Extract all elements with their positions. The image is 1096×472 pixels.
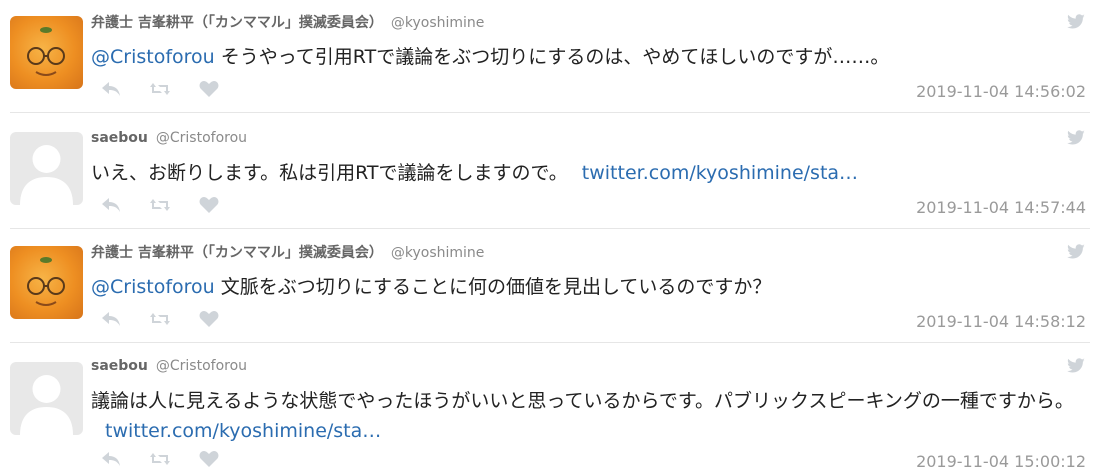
twitter-bird-icon[interactable] <box>1066 244 1086 260</box>
tweet-timestamp[interactable]: 2019-11-04 14:58:12 <box>916 312 1086 331</box>
quoted-tweet-link[interactable]: twitter.com/kyoshimine/sta… <box>582 162 858 184</box>
mention-link[interactable]: @Cristoforou <box>91 276 215 298</box>
author-name[interactable]: 弁護士 吉峯耕平（「カンママル」撲滅委員会） <box>91 15 383 31</box>
tweet-body: 議論は人に見えるような状態でやったほうがいいと思っているからです。パブリックスピ… <box>91 390 1074 412</box>
author-name[interactable]: 弁護士 吉峯耕平（「カンママル」撲滅委員会） <box>91 245 383 261</box>
tweet-timeline: 弁護士 吉峯耕平（「カンママル」撲滅委員会） @kyoshimine @Crist… <box>0 0 1096 471</box>
author-handle[interactable]: @kyoshimine <box>391 245 485 261</box>
author-name[interactable]: saebou <box>91 358 148 374</box>
avatar-image <box>27 27 65 76</box>
avatar[interactable] <box>10 362 83 435</box>
tweet-item: 弁護士 吉峯耕平（「カンママル」撲滅委員会） @kyoshimine @Crist… <box>0 232 1096 344</box>
tweet-actions <box>101 310 219 332</box>
tweet-item: 弁護士 吉峯耕平（「カンママル」撲滅委員会） @kyoshimine @Crist… <box>0 0 1096 113</box>
twitter-bird-icon[interactable] <box>1066 130 1086 146</box>
heart-icon[interactable] <box>199 196 219 218</box>
avatar[interactable] <box>10 246 83 319</box>
default-avatar-icon <box>20 375 73 435</box>
heart-icon[interactable] <box>199 450 219 472</box>
retweet-icon[interactable] <box>149 451 171 471</box>
author-name[interactable]: saebou <box>91 130 148 146</box>
author-handle[interactable]: @kyoshimine <box>391 15 485 31</box>
tweet-header: 弁護士 吉峯耕平（「カンママル」撲滅委員会） @kyoshimine <box>91 242 484 262</box>
heart-icon[interactable] <box>199 310 219 332</box>
tweet-header: saebou @Cristoforou <box>91 130 247 146</box>
tweet-actions <box>101 196 219 218</box>
tweet-header: saebou @Cristoforou <box>91 358 247 374</box>
tweet-text: @Cristoforou そうやって引用RTで議論をぶつ切りにするのは、やめてほ… <box>91 42 1081 72</box>
mention-link[interactable]: @Cristoforou <box>91 46 215 68</box>
avatar[interactable] <box>10 16 83 89</box>
tweet-timestamp[interactable]: 2019-11-04 14:57:44 <box>916 198 1086 217</box>
heart-icon[interactable] <box>199 80 219 102</box>
avatar-image <box>27 257 65 306</box>
tweet-text: いえ、お断りします。私は引用RTで議論をしますので。 twitter.com/ky… <box>91 158 1081 188</box>
tweet-timestamp[interactable]: 2019-11-04 14:56:02 <box>916 82 1086 101</box>
author-handle[interactable]: @Cristoforou <box>156 130 247 146</box>
tweet-body: いえ、お断りします。私は引用RTで議論をしますので。 <box>91 162 568 184</box>
tweet-body: そうやって引用RTで議論をぶつ切りにするのは、やめてほしいのですが……。 <box>214 46 890 68</box>
tweet-item: saebou @Cristoforou 議論は人に見えるような状態でやったほうがい… <box>0 346 1096 471</box>
retweet-icon[interactable] <box>149 311 171 331</box>
quoted-tweet-link[interactable]: twitter.com/kyoshimine/sta… <box>105 420 381 442</box>
reply-icon[interactable] <box>101 197 121 217</box>
tweet-divider <box>10 228 1090 229</box>
tweet-text: 議論は人に見えるような状態でやったほうがいいと思っているからです。パブリックスピ… <box>91 386 1081 446</box>
default-avatar-icon <box>20 145 73 205</box>
author-handle[interactable]: @Cristoforou <box>156 358 247 374</box>
reply-icon[interactable] <box>101 451 121 471</box>
reply-icon[interactable] <box>101 81 121 101</box>
tweet-actions <box>101 450 219 472</box>
retweet-icon[interactable] <box>149 81 171 101</box>
tweet-header: 弁護士 吉峯耕平（「カンママル」撲滅委員会） @kyoshimine <box>91 12 484 32</box>
retweet-icon[interactable] <box>149 197 171 217</box>
twitter-bird-icon[interactable] <box>1066 14 1086 30</box>
tweet-divider <box>10 112 1090 113</box>
tweet-item: saebou @Cristoforou いえ、お断りします。私は引用RTで議論をし… <box>0 118 1096 230</box>
tweet-text: @Cristoforou 文脈をぶつ切りにすることに何の価値を見出しているのです… <box>91 272 1081 302</box>
reply-icon[interactable] <box>101 311 121 331</box>
tweet-divider <box>10 342 1090 343</box>
twitter-bird-icon[interactable] <box>1066 358 1086 374</box>
tweet-actions <box>101 80 219 102</box>
avatar[interactable] <box>10 132 83 205</box>
tweet-body: 文脈をぶつ切りにすることに何の価値を見出しているのですか？ <box>214 276 772 298</box>
